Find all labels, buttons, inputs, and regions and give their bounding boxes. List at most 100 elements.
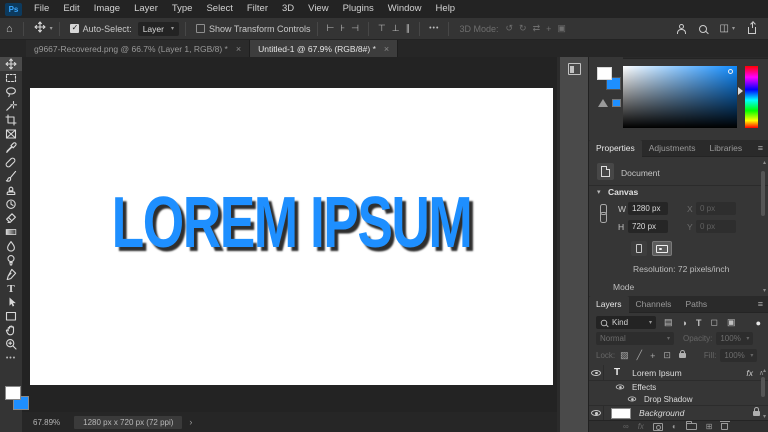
tool-clone-stamp-icon[interactable] <box>0 183 22 197</box>
blend-mode-dropdown[interactable]: Normal ▾ <box>596 332 674 345</box>
layer-row-background[interactable]: Background <box>589 405 768 421</box>
eye-icon[interactable] <box>616 384 625 389</box>
auto-select-checkbox[interactable] <box>70 24 79 33</box>
tool-rectangular-marquee-icon[interactable] <box>0 71 22 85</box>
document-size-status[interactable]: 1280 px x 720 px (72 ppi) <box>74 416 182 429</box>
account-icon[interactable] <box>677 24 686 34</box>
3d-pan-icon[interactable]: ⇄ <box>533 23 541 34</box>
menu-item-filter[interactable]: Filter <box>240 0 275 18</box>
foreground-color-swatch-small[interactable] <box>597 67 612 80</box>
orientation-landscape-button[interactable] <box>652 241 672 256</box>
gamut-warning-icon[interactable] <box>598 99 608 107</box>
lock-artboard-icon[interactable]: ⊡ <box>663 350 671 361</box>
new-adjustment-layer-icon[interactable]: ◐ <box>672 422 677 431</box>
filter-smart-objects-icon[interactable]: ▣ <box>727 317 736 328</box>
height-field[interactable]: 720 px <box>628 220 668 233</box>
zoom-level-field[interactable]: 67.89% <box>33 418 60 427</box>
layer-name[interactable]: Lorem Ipsum <box>632 368 682 378</box>
properties-tab-properties[interactable]: Properties <box>589 140 642 157</box>
status-chevron-icon[interactable]: › <box>189 417 192 427</box>
tool-lasso-icon[interactable] <box>0 85 22 99</box>
align-vertical-centers-icon[interactable]: ⊥ <box>392 23 400 34</box>
background-layer-thumbnail[interactable] <box>611 408 631 419</box>
color-picker-marker[interactable] <box>728 69 733 74</box>
show-transform-controls-checkbox[interactable] <box>196 24 205 33</box>
document-tab-2[interactable]: Untitled-1 @ 67.9% (RGB/8#) *× <box>250 40 398 57</box>
link-layers-icon[interactable]: ∞ <box>623 422 629 431</box>
hue-slider[interactable] <box>745 66 758 128</box>
3d-slide-icon[interactable]: + <box>546 24 551 34</box>
lock-all-icon[interactable] <box>679 353 686 358</box>
tool-dodge-icon[interactable] <box>0 253 22 267</box>
share-icon[interactable] <box>748 27 756 34</box>
workspace-switcher[interactable]: ◫ ▾ <box>720 23 735 34</box>
kind-filter-dropdown[interactable]: Kind ▾ <box>596 316 656 329</box>
tool-hand-icon[interactable] <box>0 323 22 337</box>
search-icon[interactable] <box>699 25 707 33</box>
menu-item-help[interactable]: Help <box>429 0 463 18</box>
new-group-icon[interactable] <box>686 423 697 430</box>
orientation-portrait-button[interactable] <box>631 241 647 256</box>
layers-tab-layers[interactable]: Layers <box>589 296 629 313</box>
tool-history-brush-icon[interactable] <box>0 197 22 211</box>
scroll-up-icon[interactable]: ▴ <box>763 367 766 374</box>
tool-crop-icon[interactable] <box>0 113 22 127</box>
delete-layer-icon[interactable] <box>721 423 728 430</box>
visibility-toggle[interactable] <box>589 365 604 380</box>
lock-image-pixels-icon[interactable]: ╱ <box>637 350 642 361</box>
scroll-down-icon[interactable]: ▾ <box>763 413 766 420</box>
fill-field[interactable]: 100% ▾ <box>720 349 757 362</box>
menu-item-type[interactable]: Type <box>165 0 200 18</box>
document-tab-1[interactable]: g9667-Recovered.png @ 66.7% (Layer 1, RG… <box>26 40 250 57</box>
menu-item-view[interactable]: View <box>301 0 335 18</box>
scroll-up-icon[interactable]: ▴ <box>763 159 766 166</box>
align-right-edges-icon[interactable]: ⊣ <box>351 23 359 34</box>
document-canvas[interactable]: LOREM IPSUM <box>30 88 553 385</box>
tool-rectangle-icon[interactable] <box>0 309 22 323</box>
menu-item-window[interactable]: Window <box>381 0 429 18</box>
tool-type-icon[interactable]: T <box>0 281 22 295</box>
layer-row-lorem-ipsum[interactable]: T Lorem Ipsum fx ∧ <box>589 365 768 381</box>
home-icon[interactable]: ⌂ <box>6 23 13 35</box>
saturation-brightness-picker[interactable] <box>623 66 737 128</box>
width-field[interactable]: 1280 px <box>628 202 668 215</box>
add-layer-mask-icon[interactable] <box>653 423 663 431</box>
auto-select-target-dropdown[interactable]: Layer ▾ <box>138 22 179 36</box>
constrain-link-icon[interactable] <box>600 204 607 228</box>
menu-item-image[interactable]: Image <box>87 0 127 18</box>
layer-row-effects[interactable]: Effects <box>589 381 768 393</box>
menu-item-select[interactable]: Select <box>199 0 239 18</box>
properties-tab-libraries[interactable]: Libraries <box>703 140 750 157</box>
tool-move-icon[interactable] <box>0 57 22 71</box>
gamut-color-swatch[interactable] <box>612 99 621 107</box>
opacity-field[interactable]: 100% ▾ <box>716 332 753 345</box>
align-horizontal-centers-icon[interactable]: ⊦ <box>340 23 345 34</box>
layers-tab-channels[interactable]: Channels <box>629 296 679 313</box>
foreground-color-swatch[interactable] <box>5 386 21 400</box>
text-layer-thumbnail[interactable]: T <box>614 367 620 378</box>
align-left-edges-icon[interactable]: ⊢ <box>327 23 335 34</box>
section-collapse-icon[interactable]: ▾ <box>597 188 601 196</box>
filter-shape-layers-icon[interactable]: ◻ <box>710 317 717 328</box>
tool-frame-icon[interactable] <box>0 127 22 141</box>
tool-object-selection-icon[interactable] <box>0 99 22 113</box>
tool-gradient-icon[interactable] <box>0 225 22 239</box>
lock-position-icon[interactable]: + <box>650 351 655 361</box>
tool-path-selection-icon[interactable] <box>0 295 22 309</box>
chevron-down-icon[interactable]: ▾ <box>50 25 53 32</box>
hue-slider-arrow[interactable] <box>738 87 743 95</box>
menu-item-3d[interactable]: 3D <box>275 0 301 18</box>
layer-fx-badge[interactable]: fx <box>746 368 753 378</box>
layers-tab-paths[interactable]: Paths <box>678 296 714 313</box>
document-type-button[interactable] <box>597 163 614 180</box>
layer-row-drop-shadow[interactable]: Drop Shadow <box>589 393 768 405</box>
tool-eraser-icon[interactable] <box>0 211 22 225</box>
visibility-toggle[interactable] <box>589 406 604 420</box>
filter-adjustment-layers-icon[interactable]: ◑ <box>682 318 687 328</box>
close-tab-icon[interactable]: × <box>384 44 389 54</box>
scroll-down-icon[interactable]: ▾ <box>763 287 766 294</box>
align-top-edges-icon[interactable]: ⊤ <box>378 23 386 34</box>
distribute-icon[interactable]: ∥ <box>406 23 411 34</box>
3d-orbit-icon[interactable]: ↺ <box>505 23 513 34</box>
layers-menu-icon[interactable]: ≡ <box>758 299 763 309</box>
